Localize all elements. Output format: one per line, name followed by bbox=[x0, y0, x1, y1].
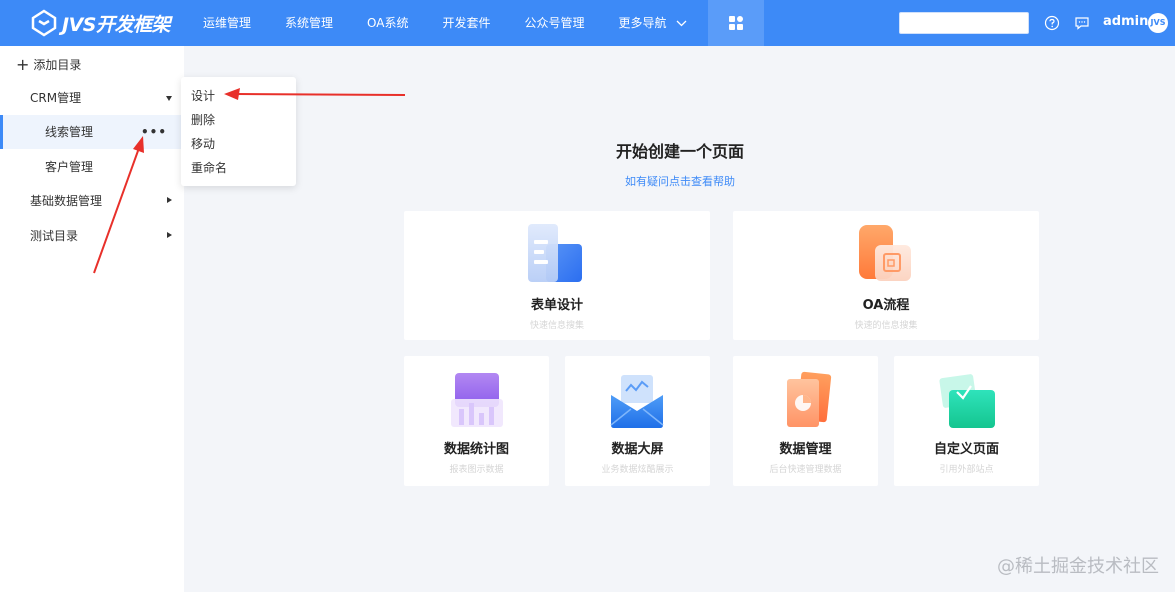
menu-item-rename[interactable]: 重命名 bbox=[181, 156, 296, 180]
nav-ops[interactable]: 运维管理 bbox=[186, 0, 268, 46]
sidebar-item-basic-data[interactable]: 基础数据管理 bbox=[0, 184, 184, 218]
card-title: OA流程 bbox=[862, 298, 910, 313]
nav-more-label: 更多导航 bbox=[618, 16, 667, 30]
card-title: 表单设计 bbox=[530, 298, 583, 313]
sidebar-item-label: 线索管理 bbox=[45, 125, 94, 139]
more-options-icon[interactable]: ••• bbox=[141, 115, 167, 149]
sidebar-item-label: CRM管理 bbox=[30, 91, 82, 105]
form-design-icon bbox=[528, 224, 582, 282]
nav-more[interactable]: 更多导航 bbox=[602, 0, 705, 46]
sidebar-item-label: 测试目录 bbox=[30, 229, 79, 243]
card-custom-page[interactable]: 自定义页面 引用外部站点 bbox=[894, 356, 1039, 486]
nav-apps-button[interactable] bbox=[708, 0, 765, 46]
card-desc: 后台快速管理数据 bbox=[769, 465, 842, 475]
card-desc: 报表图示数据 bbox=[449, 465, 504, 475]
caret-right-icon[interactable] bbox=[167, 232, 172, 238]
custom-page-icon bbox=[939, 374, 995, 428]
help-icon[interactable] bbox=[1044, 15, 1060, 31]
sidebar-item-label: 客户管理 bbox=[45, 160, 94, 174]
sidebar-item-crm[interactable]: CRM管理 bbox=[0, 81, 184, 115]
apps-icon bbox=[729, 16, 744, 30]
brand-logo[interactable]: JVS开发框架 bbox=[30, 9, 170, 37]
card-desc: 快速的信息搜集 bbox=[854, 321, 918, 331]
top-nav: 运维管理 系统管理 OA系统 开发套件 公众号管理 更多导航 bbox=[186, 0, 765, 46]
add-directory-label: 添加目录 bbox=[33, 58, 82, 72]
menu-item-delete[interactable]: 删除 bbox=[181, 108, 296, 132]
data-management-icon bbox=[787, 371, 832, 427]
page-title: 开始创建一个页面 bbox=[615, 142, 744, 161]
card-data-management[interactable]: 数据管理 后台快速管理数据 bbox=[733, 356, 878, 486]
nav-official-account[interactable]: 公众号管理 bbox=[508, 0, 602, 46]
card-title: 数据管理 bbox=[779, 442, 832, 457]
user-name[interactable]: admin bbox=[1103, 14, 1148, 29]
sidebar: + 添加目录 CRM管理 线索管理 ••• 客户管理 基础数据管理 测试目录 bbox=[0, 46, 184, 592]
card-oa-flow[interactable]: OA流程 快速的信息搜集 bbox=[733, 211, 1039, 340]
card-desc: 业务数据炫酷展示 bbox=[601, 465, 674, 475]
nav-dev-kit[interactable]: 开发套件 bbox=[425, 0, 507, 46]
context-menu: 设计 删除 移动 重命名 bbox=[181, 77, 296, 186]
caret-right-icon[interactable] bbox=[167, 197, 172, 203]
watermark: @稀土掘金技术社区 bbox=[997, 556, 1159, 577]
card-desc: 快速信息搜集 bbox=[529, 321, 584, 331]
add-directory-button[interactable]: + 添加目录 bbox=[16, 56, 81, 73]
card-title: 数据统计图 bbox=[443, 442, 509, 457]
nav-oa[interactable]: OA系统 bbox=[350, 0, 425, 46]
logo-icon bbox=[31, 9, 57, 37]
help-link[interactable]: 如有疑问点击查看帮助 bbox=[580, 173, 780, 189]
card-desc: 引用外部站点 bbox=[939, 465, 994, 475]
sidebar-item-label: 基础数据管理 bbox=[30, 194, 103, 208]
nav-system[interactable]: 系统管理 bbox=[268, 0, 350, 46]
avatar[interactable]: JVS bbox=[1148, 13, 1168, 33]
card-form-design[interactable]: 表单设计 快速信息搜集 bbox=[404, 211, 710, 340]
bar-chart-icon bbox=[451, 373, 503, 427]
menu-item-move[interactable]: 移动 bbox=[181, 132, 296, 156]
oa-flow-icon bbox=[859, 225, 911, 281]
message-icon[interactable] bbox=[1074, 15, 1090, 31]
card-data-chart[interactable]: 数据统计图 报表图示数据 bbox=[404, 356, 549, 486]
caret-down-icon[interactable] bbox=[166, 96, 172, 101]
card-data-screen[interactable]: 数据大屏 业务数据炫酷展示 bbox=[565, 356, 710, 486]
sidebar-item-customers[interactable]: 客户管理 bbox=[0, 150, 184, 184]
chevron-down-icon bbox=[676, 20, 687, 27]
card-title: 数据大屏 bbox=[611, 442, 664, 457]
sidebar-item-leads[interactable]: 线索管理 ••• bbox=[0, 115, 184, 149]
menu-item-design[interactable]: 设计 bbox=[181, 84, 296, 108]
plus-icon: + bbox=[16, 54, 30, 74]
data-screen-icon bbox=[610, 375, 664, 428]
top-bar: JVS开发框架 运维管理 系统管理 OA系统 开发套件 公众号管理 更多导航 a… bbox=[0, 0, 1175, 46]
brand-name: JVS开发框架 bbox=[62, 13, 170, 36]
card-title: 自定义页面 bbox=[933, 442, 999, 457]
top-search-input[interactable] bbox=[899, 12, 1029, 34]
sidebar-item-test-dir[interactable]: 测试目录 bbox=[0, 219, 184, 253]
